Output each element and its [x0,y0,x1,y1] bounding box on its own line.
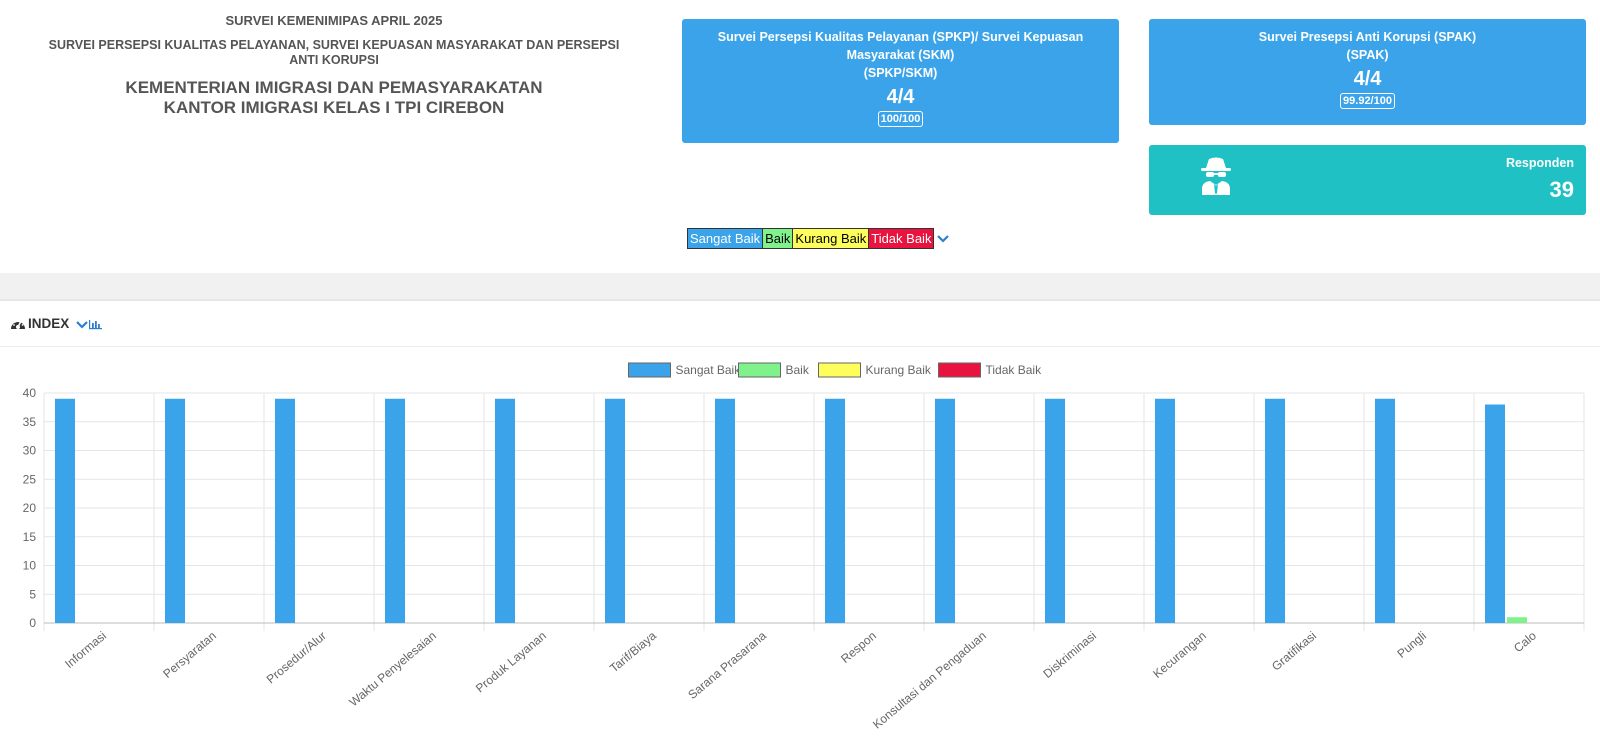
x-tick-label: Diskriminasi [1040,629,1099,681]
bar [1485,404,1505,623]
bar [275,398,295,623]
rating-key-tidak-baik: Tidak Baik [869,228,935,249]
y-tick-label: 30 [23,444,37,458]
spkp-title-line-1: Survei Persepsi Kualitas Pelayanan (SPKP… [717,30,1084,44]
y-tick-label: 15 [23,530,37,544]
survey-subtitle: SURVEI PERSEPSI KUALITAS PELAYANAN, SURV… [10,38,658,68]
x-tick-label: Konsultasi dan Pengaduan [870,629,989,732]
section-divider [0,273,1600,301]
x-tick-label: Kecurangan [1150,629,1209,681]
chevron-down-icon[interactable] [936,228,950,249]
spy-icon [1201,157,1231,195]
rating-legend: Sangat Baik Baik Kurang Baik Tidak Baik [687,228,950,249]
ministry-name: KEMENTERIAN IMIGRASI DAN PEMASYARAKATAN [125,78,543,97]
x-tick-label: Informasi [62,629,109,671]
legend-swatch [738,362,781,378]
x-tick-label: Calo [1511,628,1539,655]
x-tick-label: Produk Layanan [473,629,549,696]
spak-title-line-2: (SPAK) [1346,48,1389,62]
x-tick-label: Tarif/Biaya [607,628,659,675]
legend-label: Tidak Baik [986,363,1043,377]
spak-value-badge: 99.92/100 [1340,93,1395,109]
legend-label: Sangat Baik [676,363,742,377]
rating-key-sangat-baik: Sangat Baik [687,228,764,249]
bar [1155,398,1175,623]
bar [165,398,185,623]
panel-tools [76,320,102,330]
rating-key-kurang-baik: Kurang Baik [793,228,870,249]
office-name: KEMENTERIAN IMIGRASI DAN PEMASYARAKATAN … [0,78,668,118]
spak-score-card: Survei Presepsi Anti Korupsi (SPAK) (SPA… [1149,19,1586,125]
legend-swatch [818,362,861,378]
index-bar-chart: Sangat Baik Baik Kurang Baik Tidak Baik 0 5 10… [23,362,1585,732]
survey-subtitle-line-1: SURVEI PERSEPSI KUALITAS PELAYANAN, SURV… [48,38,620,52]
spak-score: 4/4 [1353,68,1382,90]
spkp-value-badge: 100/100 [877,111,924,127]
survey-period-title: SURVEI KEMENIMIPAS APRIL 2025 [225,13,443,28]
y-tick-label: 20 [23,501,37,515]
x-tick-label: Respon [838,629,879,666]
legend-label: Baik [786,363,810,377]
panel-title: INDEX [28,316,70,331]
survey-subtitle-line-2: ANTI KORUPSI [289,53,379,67]
index-panel-header: INDEX [0,303,1600,347]
bar-chart-icon[interactable] [89,320,102,330]
legend-swatch [628,362,671,378]
office-unit-name: KANTOR IMIGRASI KELAS I TPI CIREBON [163,98,505,117]
respondent-count: 39 [1549,177,1574,202]
y-tick-label: 10 [23,559,37,573]
spkp-card-title: Survei Persepsi Kualitas Pelayanan (SPKP… [682,19,1119,82]
bar [1265,398,1285,623]
bar [385,398,405,623]
spkp-score: 4/4 [886,86,915,108]
bar [495,398,515,623]
dashboard-icon [11,320,25,329]
spkp-title-line-2: Masyarakat (SKM) [846,48,955,62]
x-tick-label: Waktu Penyelesaian [346,629,438,710]
spak-title-line-1: Survei Presepsi Anti Korupsi (SPAK) [1258,30,1477,44]
bar [935,398,955,623]
rating-key-baik: Baik [763,228,794,249]
spak-card-title: Survei Presepsi Anti Korupsi (SPAK) (SPA… [1149,19,1586,64]
y-tick-label: 5 [29,587,36,601]
bar [825,398,845,623]
bar [55,398,75,623]
y-tick-label: 40 [23,386,37,400]
bar [715,398,735,623]
spkp-score-card: Survei Persepsi Kualitas Pelayanan (SPKP… [682,19,1119,143]
bar [1375,398,1395,623]
legend-label: Kurang Baik [866,363,932,377]
x-tick-label: Prosedur/Alur [264,629,329,687]
respondent-count-card: Responden 39 [1149,145,1586,215]
x-tick-label: Persyaratan [160,629,219,681]
collapse-chevron-icon[interactable] [76,321,88,329]
y-tick-label: 35 [23,415,37,429]
y-tick-label: 25 [23,472,37,486]
spkp-title-line-3: (SPKP/SKM) [863,66,938,80]
x-tick-label: Sarana Prasarana [685,628,769,702]
respondent-label: Responden [1505,156,1574,170]
y-tick-label: 0 [29,616,36,630]
x-tick-label: Gratifikasi [1269,629,1319,674]
bar [1045,398,1065,623]
bar [605,398,625,623]
x-tick-label: Pungli [1394,629,1429,661]
legend-swatch [938,362,981,378]
bar [1507,617,1527,623]
